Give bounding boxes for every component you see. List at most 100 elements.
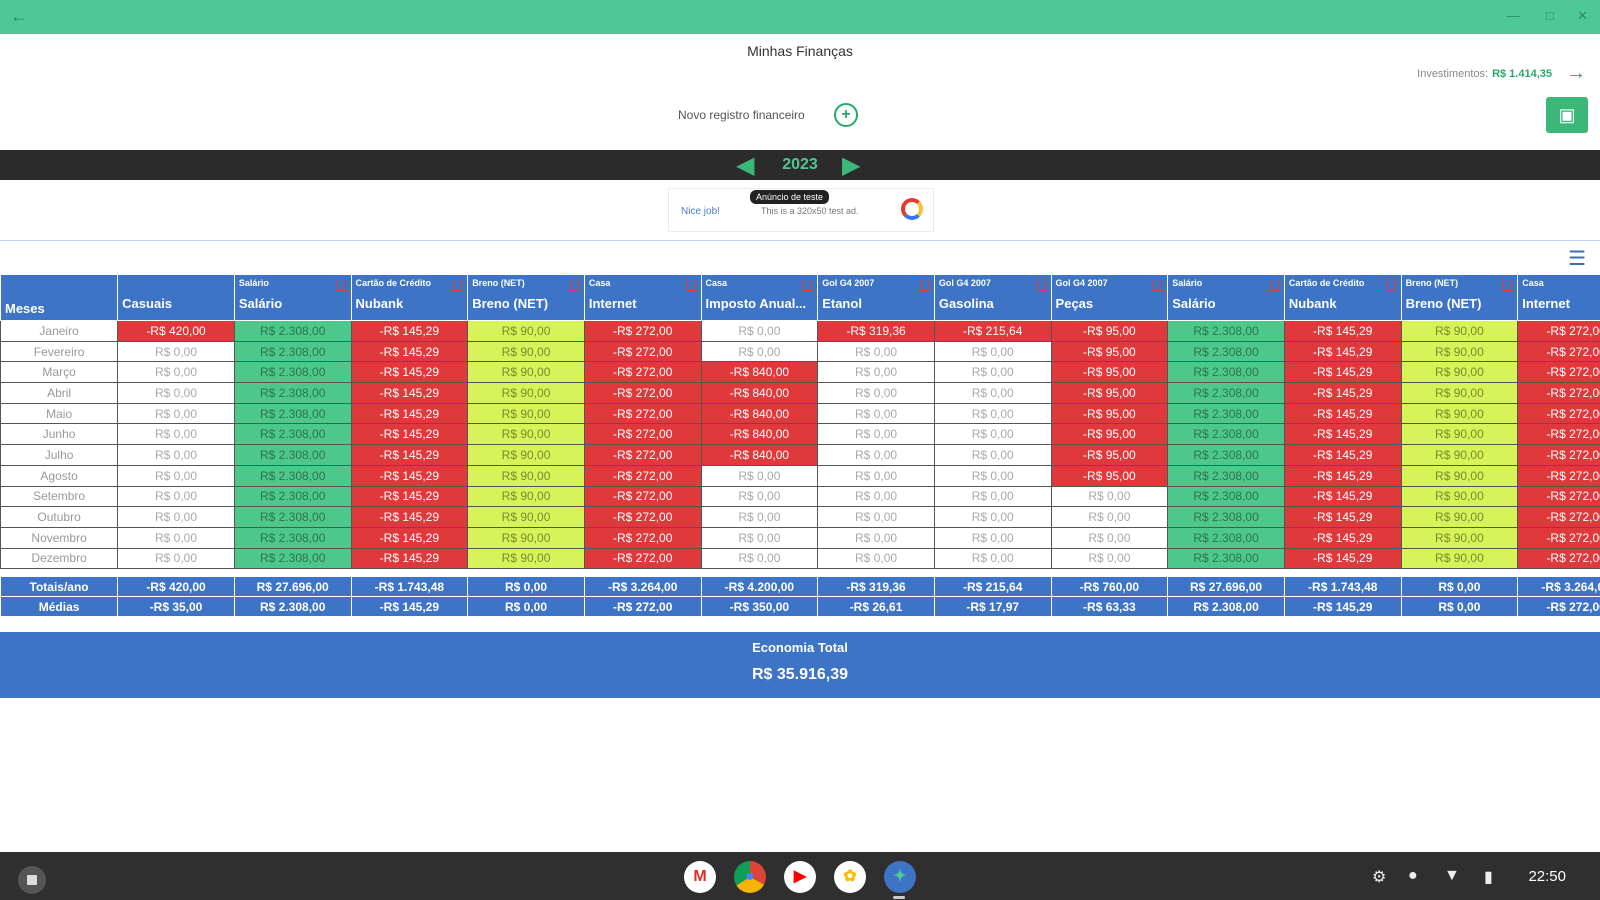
value-cell[interactable]: R$ 0,00 <box>117 506 235 528</box>
value-cell[interactable]: R$ 0,00 <box>933 361 1052 384</box>
settings-gear-icon[interactable]: ⚙ <box>1372 867 1386 887</box>
value-cell[interactable]: R$ 0,00 <box>817 485 935 508</box>
value-cell[interactable]: R$ 2.308,00 <box>1167 423 1285 446</box>
delete-column-icon[interactable] <box>1269 279 1279 291</box>
value-cell[interactable]: -R$ 145,29 <box>1283 382 1402 404</box>
value-cell[interactable]: R$ 90,00 <box>1400 464 1519 487</box>
delete-column-icon[interactable] <box>1503 279 1513 291</box>
value-cell[interactable]: -R$ 272,00 <box>583 340 702 363</box>
value-cell[interactable]: -R$ 95,00 <box>1050 464 1169 487</box>
column-header[interactable]: Breno (NET) Breno (NET) <box>467 274 585 321</box>
value-cell[interactable]: -R$ 272,00 <box>583 320 702 342</box>
previous-year-arrow-icon[interactable]: ◀ <box>736 151 754 180</box>
value-cell[interactable]: -R$ 145,29 <box>350 506 469 528</box>
value-cell[interactable]: -R$ 145,29 <box>1283 464 1402 487</box>
value-cell[interactable]: -R$ 272,00 <box>1517 547 1600 570</box>
value-cell[interactable]: R$ 0,00 <box>933 485 1052 508</box>
investments-summary[interactable]: Investimentos: R$ 1.414,35 <box>1417 68 1552 80</box>
value-cell[interactable]: -R$ 840,00 <box>700 402 819 425</box>
value-cell[interactable]: R$ 0,00 <box>817 506 935 528</box>
column-header[interactable]: Breno (NET) Breno (NET) <box>1400 274 1519 321</box>
value-cell[interactable]: R$ 0,00 <box>817 382 935 404</box>
value-cell[interactable]: -R$ 145,29 <box>1283 506 1402 528</box>
value-cell[interactable]: -R$ 840,00 <box>700 444 819 466</box>
value-cell[interactable]: -R$ 145,29 <box>350 361 469 384</box>
photos-icon[interactable]: ✿ <box>834 861 866 893</box>
value-cell[interactable]: -R$ 272,00 <box>1517 444 1600 466</box>
value-cell[interactable]: -R$ 145,29 <box>350 444 469 466</box>
value-cell[interactable]: R$ 2.308,00 <box>1167 526 1285 549</box>
delete-column-icon[interactable] <box>1386 279 1396 291</box>
value-cell[interactable]: R$ 90,00 <box>1400 382 1519 404</box>
value-cell[interactable]: R$ 90,00 <box>467 506 585 528</box>
value-cell[interactable]: -R$ 319,36 <box>817 320 935 342</box>
value-cell[interactable]: R$ 2.308,00 <box>1167 402 1285 425</box>
value-cell[interactable]: -R$ 145,29 <box>1283 340 1402 363</box>
delete-column-icon[interactable] <box>1036 279 1046 291</box>
value-cell[interactable]: R$ 0,00 <box>933 444 1052 466</box>
youtube-icon[interactable]: ▶ <box>784 861 816 893</box>
value-cell[interactable]: -R$ 272,00 <box>583 382 702 404</box>
value-cell[interactable]: R$ 2.308,00 <box>233 464 352 487</box>
wifi-icon[interactable]: ▼ <box>1444 867 1460 885</box>
delete-column-icon[interactable] <box>453 279 463 291</box>
value-cell[interactable]: R$ 2.308,00 <box>233 423 352 446</box>
value-cell[interactable]: R$ 2.308,00 <box>233 444 352 466</box>
value-cell[interactable]: R$ 0,00 <box>933 423 1052 446</box>
value-cell[interactable]: R$ 90,00 <box>1400 423 1519 446</box>
value-cell[interactable]: R$ 0,00 <box>700 506 819 528</box>
notification-icon[interactable]: ● <box>1408 867 1418 885</box>
value-cell[interactable]: R$ 0,00 <box>817 464 935 487</box>
gmail-icon[interactable]: M <box>684 861 716 893</box>
value-cell[interactable]: R$ 90,00 <box>1400 526 1519 549</box>
value-cell[interactable]: R$ 2.308,00 <box>233 340 352 363</box>
close-icon[interactable]: ✕ <box>1577 8 1588 24</box>
add-record-icon[interactable]: + <box>834 103 858 127</box>
value-cell[interactable]: R$ 0,00 <box>700 340 819 363</box>
value-cell[interactable]: R$ 2.308,00 <box>233 526 352 549</box>
value-cell[interactable]: R$ 90,00 <box>467 485 585 508</box>
value-cell[interactable]: R$ 0,00 <box>817 526 935 549</box>
value-cell[interactable]: -R$ 272,00 <box>1517 382 1600 404</box>
value-cell[interactable]: R$ 2.308,00 <box>233 382 352 404</box>
clock[interactable]: 22:50 <box>1528 868 1566 885</box>
value-cell[interactable]: -R$ 145,29 <box>1283 526 1402 549</box>
value-cell[interactable]: R$ 90,00 <box>467 444 585 466</box>
value-cell[interactable]: R$ 90,00 <box>1400 320 1519 342</box>
value-cell[interactable]: R$ 2.308,00 <box>1167 506 1285 528</box>
value-cell[interactable]: -R$ 272,00 <box>1517 340 1600 363</box>
value-cell[interactable]: -R$ 145,29 <box>350 382 469 404</box>
value-cell[interactable]: R$ 2.308,00 <box>1167 361 1285 384</box>
value-cell[interactable]: R$ 2.308,00 <box>1167 340 1285 363</box>
value-cell[interactable]: -R$ 272,00 <box>583 506 702 528</box>
value-cell[interactable]: -R$ 272,00 <box>583 464 702 487</box>
value-cell[interactable]: -R$ 272,00 <box>583 423 702 446</box>
value-cell[interactable]: R$ 90,00 <box>1400 485 1519 508</box>
column-header[interactable]: Gol G4 2007 Peças <box>1050 274 1169 321</box>
value-cell[interactable]: R$ 0,00 <box>117 464 235 487</box>
column-header[interactable]: Casa Internet <box>1517 274 1600 321</box>
value-cell[interactable]: R$ 0,00 <box>817 547 935 570</box>
value-cell[interactable]: -R$ 145,29 <box>350 423 469 446</box>
value-cell[interactable]: R$ 90,00 <box>467 402 585 425</box>
value-cell[interactable]: -R$ 272,00 <box>1517 361 1600 384</box>
finance-app-icon[interactable]: ✦ <box>884 861 916 893</box>
value-cell[interactable]: R$ 0,00 <box>817 340 935 363</box>
delete-column-icon[interactable] <box>919 279 929 291</box>
value-cell[interactable]: R$ 0,00 <box>700 464 819 487</box>
value-cell[interactable]: -R$ 840,00 <box>700 423 819 446</box>
value-cell[interactable]: R$ 90,00 <box>467 526 585 549</box>
value-cell[interactable]: -R$ 95,00 <box>1050 402 1169 425</box>
column-header[interactable]: Gol G4 2007 Gasolina <box>933 274 1052 321</box>
next-year-arrow-icon[interactable]: ▶ <box>842 151 860 180</box>
value-cell[interactable]: -R$ 145,29 <box>350 402 469 425</box>
value-cell[interactable]: R$ 90,00 <box>1400 444 1519 466</box>
value-cell[interactable]: -R$ 145,29 <box>1283 485 1402 508</box>
delete-column-icon[interactable] <box>569 279 579 291</box>
value-cell[interactable]: -R$ 145,29 <box>350 340 469 363</box>
value-cell[interactable]: R$ 0,00 <box>817 402 935 425</box>
delete-column-icon[interactable] <box>686 279 696 291</box>
value-cell[interactable]: R$ 0,00 <box>117 526 235 549</box>
value-cell[interactable]: R$ 90,00 <box>467 547 585 570</box>
value-cell[interactable]: R$ 90,00 <box>1400 402 1519 425</box>
